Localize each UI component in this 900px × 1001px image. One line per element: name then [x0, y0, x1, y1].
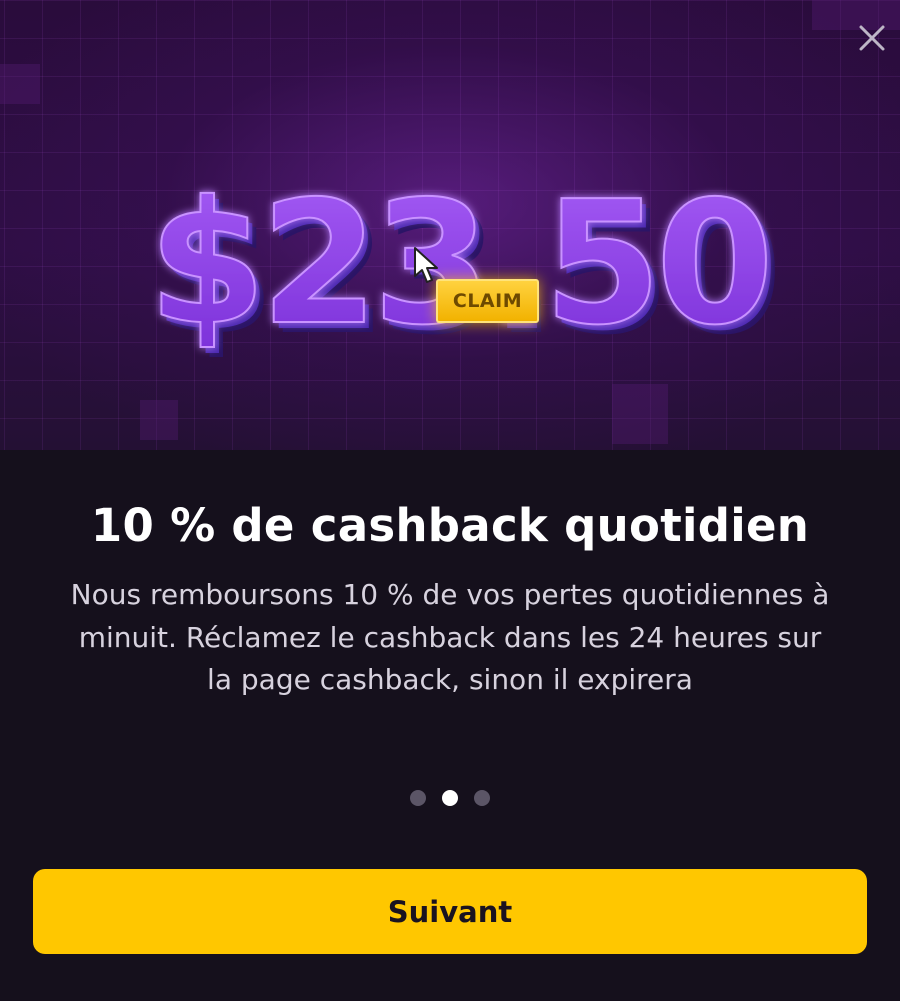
amount-graphic: $23.50 $23.50 $23.50	[147, 164, 783, 373]
modal-title: 10 % de cashback quotidien	[90, 499, 810, 552]
pagination-dots	[0, 790, 900, 808]
hero-banner: $23.50 $23.50 $23.50 CLAIM	[0, 0, 900, 450]
amount-text: $23.50	[148, 165, 768, 363]
pagination-dot-2-active[interactable]	[442, 790, 458, 806]
cursor-arrow-icon	[414, 247, 438, 283]
claim-badge: CLAIM	[436, 279, 539, 323]
next-button[interactable]: Suivant	[33, 869, 867, 954]
cashback-modal: $23.50 $23.50 $23.50 CLAIM 10 % de cashb…	[0, 0, 900, 1001]
pagination-dot-1[interactable]	[410, 790, 426, 806]
close-icon[interactable]	[856, 22, 888, 54]
modal-description: Nous remboursons 10 % de vos pertes quot…	[70, 578, 830, 696]
pagination-dot-3[interactable]	[474, 790, 490, 806]
